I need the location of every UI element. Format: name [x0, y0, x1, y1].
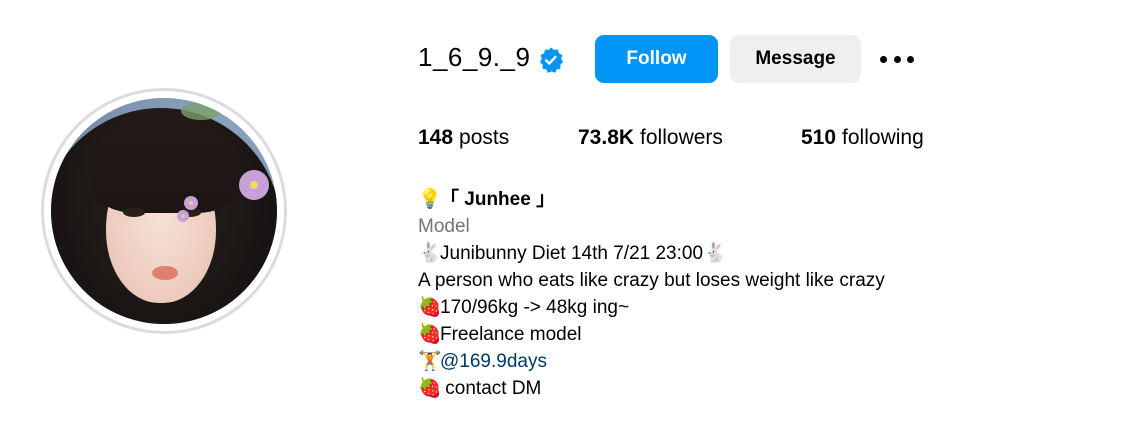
strawberry-icon: 🍓 [418, 324, 442, 345]
followers-stat[interactable]: 73.8K followers [578, 126, 801, 150]
followers-label: followers [640, 126, 723, 149]
posts-label: posts [459, 126, 510, 149]
avatar-flower [177, 210, 189, 222]
more-options-icon[interactable] [880, 48, 914, 70]
message-button[interactable]: Message [730, 35, 861, 83]
more-dot [893, 55, 901, 63]
strawberry-icon: 🍓 [418, 378, 442, 399]
bio-mention-link[interactable]: @169.9days [440, 351, 547, 372]
more-dot [907, 55, 914, 63]
dumbbell-icon: 🏋 [418, 351, 442, 372]
bio-text: Junibunny Diet 14th 7/21 23:00 [440, 243, 704, 264]
avatar-leaf [181, 102, 221, 120]
bio-text: 170/96kg -> 48kg ing~ [440, 297, 630, 318]
bio-category: Model [418, 216, 470, 237]
more-dot [880, 55, 887, 63]
rabbit-icon: 🐇 [418, 243, 442, 264]
strawberry-icon: 🍓 [418, 297, 442, 318]
bio-line: 🍓170/96kg -> 48kg ing~ [418, 294, 885, 321]
avatar-flower [184, 196, 198, 210]
bio-line: 🍓 contact DM [418, 375, 885, 402]
following-count: 510 [801, 126, 837, 149]
avatar-eye-left [123, 208, 145, 217]
bio-name-line: 💡「 Junhee 」 [418, 186, 885, 213]
bio-line: 🏋@169.9days [418, 348, 885, 375]
bio-line: 🍓Freelance model [418, 321, 885, 348]
verified-badge-icon [539, 47, 564, 73]
profile-stats: 148 posts 73.8K followers 510 following [418, 126, 924, 150]
followers-count: 73.8K [578, 126, 635, 149]
bio-text: A person who eats like crazy but loses w… [418, 270, 885, 291]
avatar-flower [239, 170, 269, 200]
posts-stat[interactable]: 148 posts [418, 126, 578, 150]
follow-button[interactable]: Follow [595, 35, 718, 83]
bio-text: contact DM [440, 378, 542, 399]
following-label: following [842, 126, 924, 149]
bio-line: 🐇Junibunny Diet 14th 7/21 23:00🐇 [418, 240, 885, 267]
avatar-image [51, 98, 277, 324]
rabbit-icon: 🐇 [703, 243, 727, 264]
bulb-icon: 💡 [418, 189, 442, 210]
display-name: 「 Junhee 」 [440, 189, 556, 210]
bio-text: Freelance model [440, 324, 582, 345]
avatar-bangs [91, 118, 241, 213]
profile-username: 1_6_9._9 [418, 42, 531, 72]
profile-avatar[interactable] [41, 88, 287, 334]
avatar-lips [152, 266, 178, 280]
profile-bio: 💡「 Junhee 」 Model 🐇Junibunny Diet 14th 7… [418, 186, 885, 402]
following-stat[interactable]: 510 following [801, 126, 924, 150]
posts-count: 148 [418, 126, 454, 149]
